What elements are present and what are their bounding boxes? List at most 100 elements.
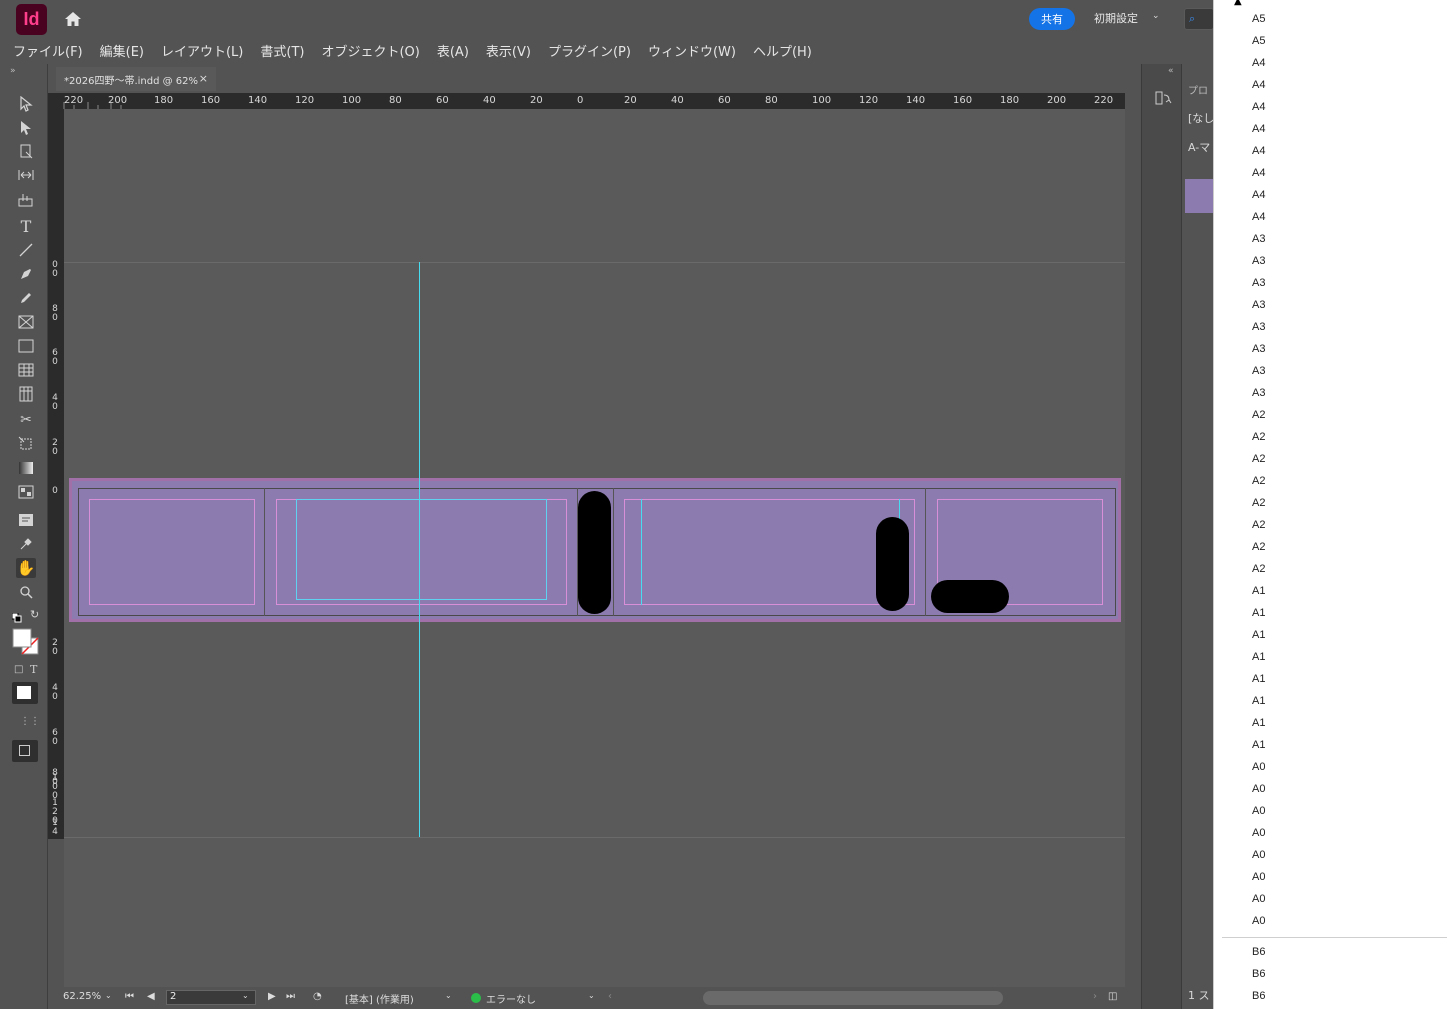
preflight-status[interactable]: エラーなし: [486, 991, 536, 1006]
page-size-option[interactable]: A2: [1252, 497, 1265, 509]
chevron-down-icon[interactable]: ⌄: [588, 991, 595, 1000]
page-size-option[interactable]: A1: [1252, 695, 1265, 707]
chevron-down-icon[interactable]: ⌄: [242, 991, 249, 1000]
page-thumbnail[interactable]: [1185, 179, 1213, 213]
screen-mode-dots-icon[interactable]: ⋮⋮: [20, 716, 40, 727]
eyedropper-tool-icon[interactable]: [16, 534, 36, 554]
direct-selection-tool-icon[interactable]: [16, 118, 36, 138]
page-size-option[interactable]: A0: [1252, 761, 1265, 773]
page-size-option[interactable]: A1: [1252, 585, 1265, 597]
page-size-option[interactable]: A3: [1252, 277, 1265, 289]
swap-colors-icon[interactable]: ↻: [30, 608, 39, 621]
page-size-option[interactable]: A5: [1252, 13, 1265, 25]
hand-tool-icon[interactable]: ✋: [16, 558, 36, 578]
open-page-icon[interactable]: ◔: [313, 991, 322, 1002]
gap-tool-icon[interactable]: [16, 165, 36, 185]
formatting-container-icon[interactable]: □: [14, 664, 23, 675]
apply-color-icon[interactable]: [12, 682, 38, 704]
content-collector-icon[interactable]: [16, 190, 36, 210]
first-page-icon[interactable]: ⏮: [125, 991, 134, 1002]
next-page-icon[interactable]: ▶: [268, 991, 276, 1002]
page-size-option[interactable]: A4: [1252, 145, 1265, 157]
page-size-option[interactable]: A2: [1252, 541, 1265, 553]
zoom-tool-icon[interactable]: [16, 582, 36, 602]
menu-view[interactable]: 表示(V): [486, 41, 531, 60]
split-view-icon[interactable]: ◫: [1108, 991, 1117, 1002]
page-size-option[interactable]: B6: [1252, 968, 1265, 980]
page-size-option[interactable]: A0: [1252, 849, 1265, 861]
rectangle-tool-icon[interactable]: [16, 336, 36, 356]
free-transform-tool-icon[interactable]: [16, 434, 36, 454]
scroll-up-icon[interactable]: ▲: [1234, 0, 1242, 7]
fill-stroke-swatch[interactable]: [12, 628, 42, 656]
prev-page-icon[interactable]: ◀: [147, 991, 155, 1002]
page-size-option[interactable]: A4: [1252, 167, 1265, 179]
page-size-option[interactable]: A0: [1252, 827, 1265, 839]
page-size-option[interactable]: A3: [1252, 387, 1265, 399]
master-status[interactable]: [基本] (作業用): [345, 991, 414, 1006]
gradient-feather-tool-icon[interactable]: [16, 482, 36, 502]
page-size-option[interactable]: A4: [1252, 123, 1265, 135]
scissors-tool-icon[interactable]: ✂: [16, 410, 36, 430]
page-size-option[interactable]: A1: [1252, 717, 1265, 729]
page-size-option[interactable]: A2: [1252, 431, 1265, 443]
pen-tool-icon[interactable]: [16, 264, 36, 284]
page-size-option[interactable]: A0: [1252, 805, 1265, 817]
page-size-option[interactable]: A3: [1252, 299, 1265, 311]
type-tool-icon[interactable]: T: [16, 216, 36, 236]
page-size-option[interactable]: A2: [1252, 519, 1265, 531]
page-size-option[interactable]: B6: [1252, 990, 1265, 1002]
a-master-item[interactable]: A-マ: [1188, 139, 1210, 155]
page-size-option[interactable]: A4: [1252, 189, 1265, 201]
canvas[interactable]: [64, 109, 1125, 991]
table-tool-icon[interactable]: [16, 360, 36, 380]
page-size-option[interactable]: A4: [1252, 79, 1265, 91]
page-size-option[interactable]: A0: [1252, 783, 1265, 795]
page-size-option[interactable]: A0: [1252, 893, 1265, 905]
page-size-option[interactable]: A3: [1252, 365, 1265, 377]
page-size-option[interactable]: A1: [1252, 651, 1265, 663]
workspace-switcher[interactable]: 初期設定: [1094, 10, 1138, 26]
page-size-option[interactable]: A4: [1252, 211, 1265, 223]
menu-edit[interactable]: 編集(E): [100, 41, 144, 60]
page-size-option[interactable]: A0: [1252, 915, 1265, 927]
scroll-right-icon[interactable]: ›: [1093, 991, 1097, 1002]
page-size-option[interactable]: A1: [1252, 673, 1265, 685]
share-button[interactable]: 共有: [1029, 8, 1075, 30]
menu-table[interactable]: 表(A): [437, 41, 469, 60]
page-size-option[interactable]: A2: [1252, 453, 1265, 465]
gradient-swatch-tool-icon[interactable]: [16, 458, 36, 478]
chevron-down-icon[interactable]: ⌄: [445, 991, 452, 1000]
collapse-icon[interactable]: »: [10, 66, 16, 76]
page-size-option[interactable]: A3: [1252, 321, 1265, 333]
page-size-option[interactable]: A5: [1252, 35, 1265, 47]
page-size-option[interactable]: A0: [1252, 871, 1265, 883]
page-size-option[interactable]: A1: [1252, 607, 1265, 619]
horizontal-ruler[interactable]: 220 200 180 160 140 120 100 80 60 40 20 …: [48, 93, 1125, 109]
page-size-option[interactable]: A3: [1252, 233, 1265, 245]
page-tool-icon[interactable]: [16, 142, 36, 162]
page-size-option[interactable]: A4: [1252, 57, 1265, 69]
selection-tool-icon[interactable]: [16, 94, 36, 114]
menu-object[interactable]: オブジェクト(O): [321, 41, 419, 60]
vertical-scrollbar[interactable]: [1125, 109, 1141, 989]
text-frame[interactable]: [296, 499, 547, 600]
page-size-option[interactable]: A3: [1252, 255, 1265, 267]
page-size-option[interactable]: A2: [1252, 409, 1265, 421]
document-tab[interactable]: *2026四野～帯.indd @ 62% ×: [56, 67, 216, 91]
page-size-dropdown[interactable]: ▲ A5 A5 A4 A4 A4 A4 A4 A4 A4 A4 A3 A3 A3 A3 A3 A3 A3 A3 A2…: [1213, 0, 1452, 1009]
note-tool-icon[interactable]: [16, 510, 36, 530]
ruler-guide[interactable]: [419, 262, 420, 837]
line-tool-icon[interactable]: [16, 240, 36, 260]
menu-layout[interactable]: レイアウト(L): [161, 41, 243, 60]
rectangle-frame-tool-icon[interactable]: [16, 312, 36, 332]
pages-panel-icon[interactable]: [1154, 90, 1172, 108]
page-size-option[interactable]: A2: [1252, 475, 1265, 487]
page-size-option[interactable]: A3: [1252, 343, 1265, 355]
page-size-option[interactable]: A2: [1252, 563, 1265, 575]
page-spread[interactable]: [69, 478, 1121, 622]
menu-window[interactable]: ウィンドウ(W): [648, 41, 736, 60]
page-size-option[interactable]: A1: [1252, 739, 1265, 751]
page-size-option[interactable]: B6: [1252, 946, 1265, 958]
page-size-option[interactable]: A4: [1252, 101, 1265, 113]
